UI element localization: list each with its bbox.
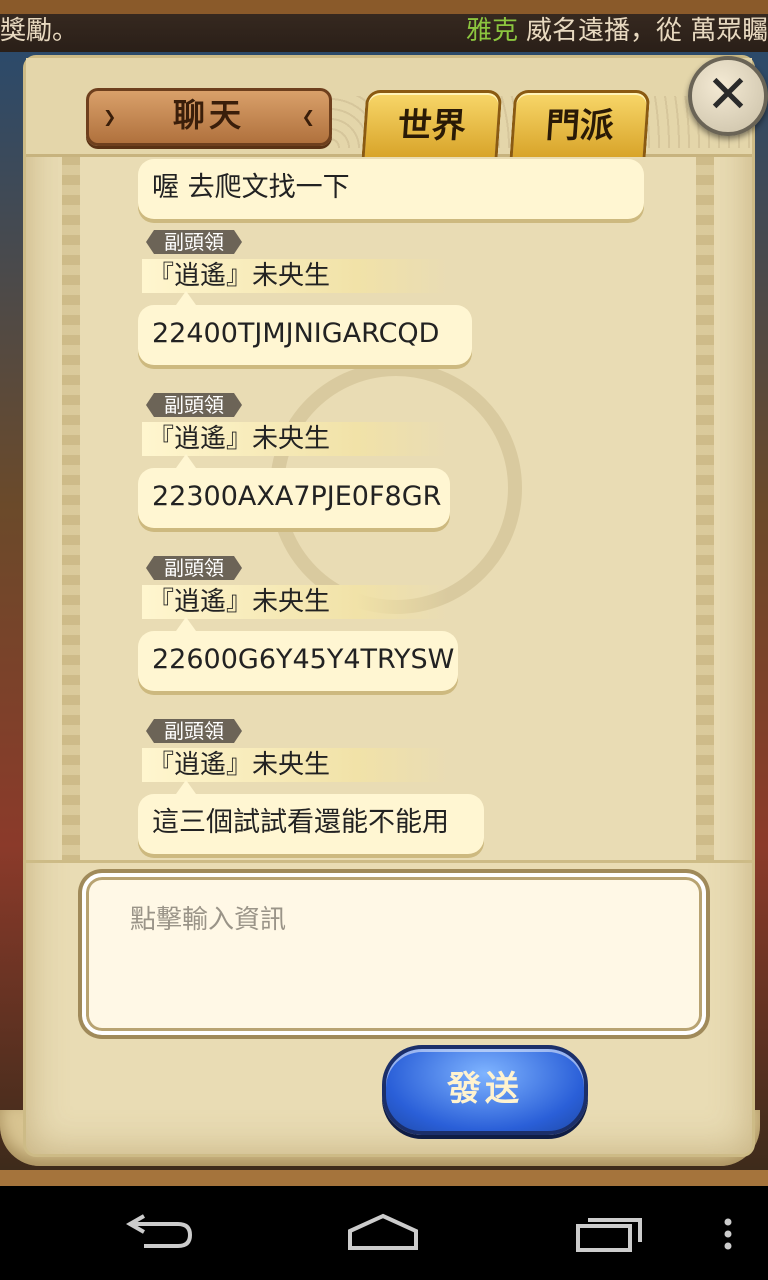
message-bubble: 喔 去爬文找一下 [138,159,644,219]
marquee-left-text: 獎勵。 [0,16,79,46]
sender-name[interactable]: 『逍遙』未央生 [142,585,448,619]
back-button[interactable] [84,1186,234,1280]
panel-title: 聊天 [172,96,245,134]
sender-name[interactable]: 『逍遙』未央生 [142,422,448,456]
tab-sect[interactable]: 門派 [509,90,651,157]
message-input[interactable]: 點擊輸入資訊 [82,873,706,1035]
recent-apps-button[interactable] [534,1186,684,1280]
sender-rank-badge: 副頭領 [146,556,242,580]
close-icon: ✕ [706,65,750,125]
message-bubble: 22300AXA7PJE0F8GR [138,454,450,528]
home-button[interactable] [308,1186,458,1280]
message-bubble: 這三個試試看還能不能用 [138,780,484,854]
tab-world[interactable]: 世界 [361,90,503,157]
overflow-menu-button[interactable] [704,1186,752,1280]
plaque-arrow-right-icon: ❮ [301,107,315,126]
back-icon [125,1214,193,1248]
game-floor-strip [0,1170,768,1186]
marquee-message: 威名遠播，從 萬眾矚 [526,16,768,46]
sender-rank-badge: 副頭領 [146,230,242,254]
chat-input-divider [26,860,752,863]
close-button[interactable]: ✕ [688,56,768,136]
message-bubble: 22600G6Y45Y4TRYSW [138,617,458,691]
marquee-right-text: 雅克 威名遠播，從 萬眾矚 [466,0,768,52]
recent-apps-icon [576,1218,642,1252]
chat-message-list[interactable]: 喔 去爬文找一下 副頭領 『逍遙』未央生 22400TJMJNIGARCQD 副… [26,155,752,860]
send-button[interactable]: 發送 [382,1045,588,1135]
sender-name[interactable]: 『逍遙』未央生 [142,259,448,293]
panel-title-plaque: ❯ 聊天 ❮ [86,88,332,146]
marquee-player-name: 雅克 [466,16,519,46]
android-nav-bar [0,1186,768,1280]
overflow-menu-icon [724,1218,732,1250]
message-bubble: 22400TJMJNIGARCQD [138,291,472,365]
announcement-marquee: 獎勵。 雅克 威名遠播，從 萬眾矚 [0,0,768,52]
sender-name[interactable]: 『逍遙』未央生 [142,748,448,782]
sender-rank-badge: 副頭領 [146,393,242,417]
sender-rank-badge: 副頭領 [146,719,242,743]
home-icon [348,1213,418,1250]
